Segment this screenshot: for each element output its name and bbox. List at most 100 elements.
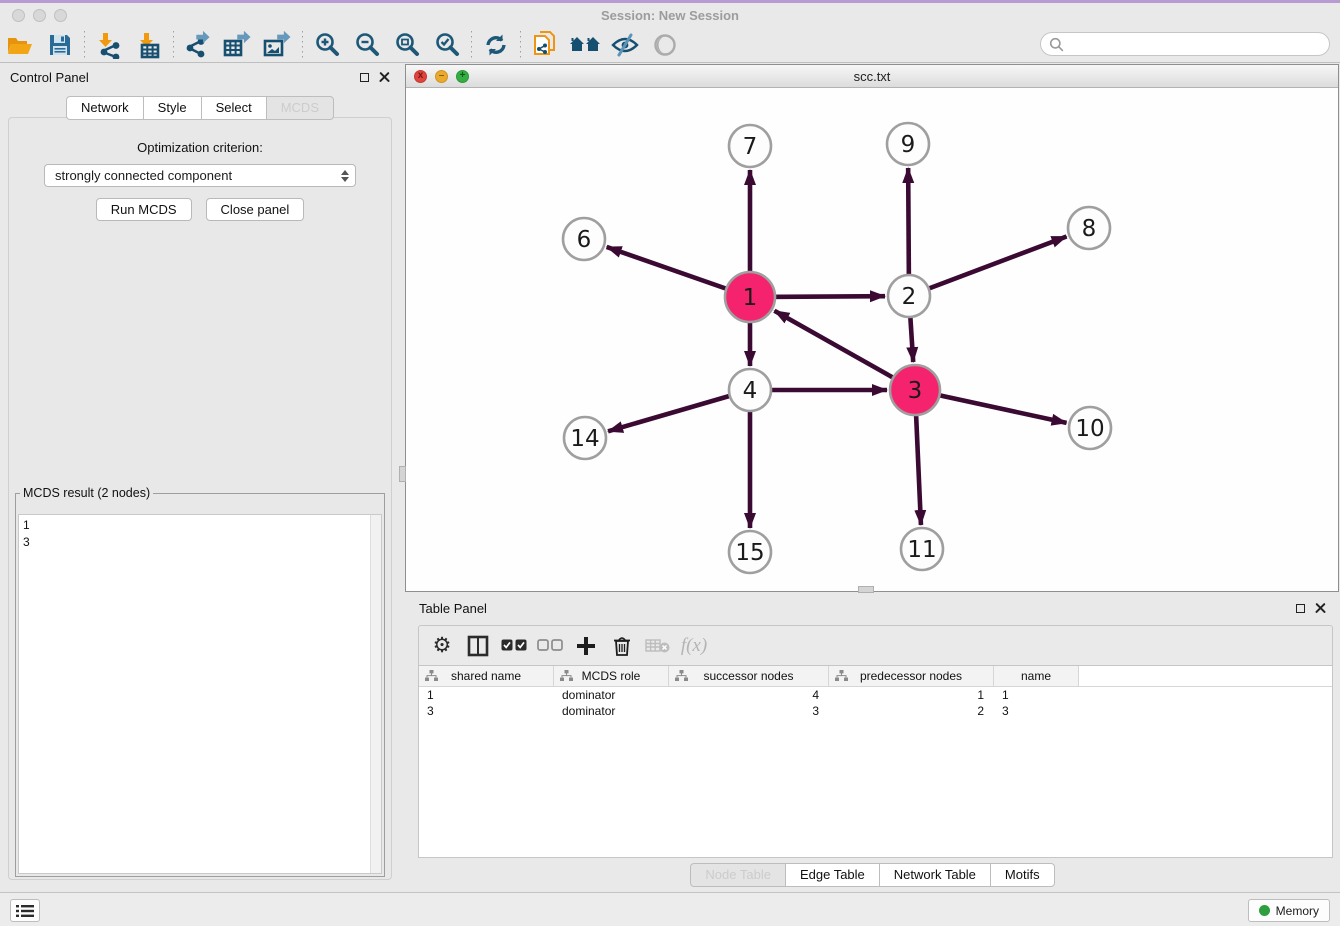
column-header-shared-name[interactable]: shared name [419, 666, 554, 686]
node-table: shared nameMCDS role successor nodes prede… [418, 665, 1333, 858]
network-canvas[interactable]: 1234678910111415 [406, 88, 1338, 591]
cell-shared-name[interactable]: 3 [419, 703, 554, 719]
optimization-criterion-select[interactable]: strongly connected component [44, 164, 356, 187]
network-window-titlebar[interactable]: scc.txt x – + [406, 65, 1338, 88]
refresh-icon [483, 32, 509, 58]
selected-option: strongly connected component [55, 168, 232, 183]
network-graph[interactable]: 1234678910111415 [406, 88, 1338, 591]
table-row-2[interactable]: 3dominator323 [419, 703, 1332, 719]
table-gear-button[interactable]: ⚙ [427, 631, 457, 661]
tab-node-table[interactable]: Node Table [690, 863, 785, 887]
column-header-predecessor-nodes[interactable]: predecessor nodes [829, 666, 994, 686]
search-input[interactable] [1064, 34, 1329, 54]
table-tabs: Node TableEdge TableNetwork TableMotifs [405, 863, 1340, 887]
main-toolbar [0, 27, 1340, 63]
column-header-label: successor nodes [703, 669, 793, 683]
graph-node-label: 11 [907, 537, 936, 563]
eye-slash-button[interactable] [605, 29, 645, 61]
table-row-1[interactable]: 1dominator411 [419, 687, 1332, 703]
function-builder-button[interactable]: f(x) [679, 631, 709, 661]
delete-table-button[interactable] [643, 631, 673, 661]
export-network-icon [184, 31, 212, 59]
import-network-button[interactable] [89, 29, 129, 61]
zoom-fit-button[interactable] [387, 29, 427, 61]
mcds-result-textarea[interactable]: 1 3 [18, 514, 382, 874]
refresh-layout-button[interactable] [476, 29, 516, 61]
column-header-MCDS-role[interactable]: MCDS role [554, 666, 669, 686]
tab-motifs[interactable]: Motifs [990, 863, 1055, 887]
close-panel-icon[interactable] [1315, 603, 1326, 614]
export-network-button[interactable] [178, 29, 218, 61]
zoom-in-icon [314, 32, 340, 58]
list-icon [16, 904, 34, 918]
cell-successor-nodes[interactable]: 3 [669, 703, 829, 719]
splitter-handle[interactable] [399, 466, 406, 482]
delete-table-icon [645, 638, 671, 654]
zoom-in-button[interactable] [307, 29, 347, 61]
export-image-button[interactable] [258, 29, 298, 61]
task-history-button[interactable] [10, 899, 40, 922]
graph-edge-2-8[interactable] [909, 236, 1067, 296]
open-folder-icon [6, 33, 34, 57]
network-minimize-icon[interactable]: – [435, 70, 448, 83]
tab-style[interactable]: Style [143, 96, 201, 120]
save-button[interactable] [40, 29, 80, 61]
duplicate-network-icon [532, 30, 558, 60]
eye-disabled-button[interactable] [645, 29, 685, 61]
homes-button[interactable] [565, 29, 605, 61]
cell-MCDS-role[interactable]: dominator [554, 687, 669, 703]
graph-node-label: 6 [577, 227, 592, 253]
column-header-label: predecessor nodes [860, 669, 962, 683]
cell-shared-name[interactable]: 1 [419, 687, 554, 703]
graph-node-label: 7 [743, 134, 758, 160]
tab-edge-table[interactable]: Edge Table [785, 863, 879, 887]
search-box[interactable] [1040, 32, 1330, 56]
zoom-selected-icon [434, 32, 460, 58]
tab-select[interactable]: Select [201, 96, 266, 120]
tab-network[interactable]: Network [66, 96, 143, 120]
uncheck-all-columns-button[interactable] [535, 631, 565, 661]
mcds-result-scrollbar[interactable] [370, 515, 381, 873]
float-panel-icon[interactable] [360, 73, 369, 82]
select-arrows-icon [341, 170, 349, 182]
homes-icon [569, 33, 601, 57]
close-panel-button[interactable]: Close panel [206, 198, 305, 221]
tab-network-table[interactable]: Network Table [879, 863, 990, 887]
import-table-button[interactable] [129, 29, 169, 61]
table-header-row: shared nameMCDS role successor nodes prede… [419, 666, 1332, 687]
graph-node-label: 15 [735, 540, 764, 566]
column-header-filler [1079, 666, 1332, 686]
export-table-button[interactable] [218, 29, 258, 61]
cell-MCDS-role[interactable]: dominator [554, 703, 669, 719]
duplicate-network-button[interactable] [525, 29, 565, 61]
cell-name[interactable]: 1 [994, 687, 1079, 703]
check-all-icon [501, 639, 527, 652]
column-header-successor-nodes[interactable]: successor nodes [669, 666, 829, 686]
zoom-fit-icon [394, 32, 420, 58]
run-mcds-button[interactable]: Run MCDS [96, 198, 192, 221]
cell-predecessor-nodes[interactable]: 1 [829, 687, 994, 703]
add-column-button[interactable] [571, 631, 601, 661]
check-all-columns-button[interactable] [499, 631, 529, 661]
cell-predecessor-nodes[interactable]: 2 [829, 703, 994, 719]
memory-button[interactable]: Memory [1248, 899, 1330, 922]
open-folder-button[interactable] [0, 29, 40, 61]
export-image-icon [263, 31, 293, 59]
splitter-handle[interactable] [858, 586, 874, 593]
tab-mcds[interactable]: MCDS [266, 96, 334, 120]
split-view-button[interactable] [463, 631, 493, 661]
delete-column-button[interactable] [607, 631, 637, 661]
column-header-name[interactable]: name [994, 666, 1079, 686]
network-close-icon[interactable]: x [414, 70, 427, 83]
control-panel: Control Panel NetworkStyleSelectMCDS Opt… [0, 63, 400, 892]
zoom-selected-button[interactable] [427, 29, 467, 61]
close-panel-icon[interactable] [379, 72, 390, 83]
cell-successor-nodes[interactable]: 4 [669, 687, 829, 703]
float-panel-icon[interactable] [1296, 604, 1305, 613]
function-icon: f(x) [681, 635, 707, 657]
zoom-out-button[interactable] [347, 29, 387, 61]
cell-name[interactable]: 3 [994, 703, 1079, 719]
column-hierarchy-icon [425, 670, 438, 682]
control-panel-tabs: NetworkStyleSelectMCDS [0, 96, 400, 120]
network-maximize-icon[interactable]: + [456, 70, 469, 83]
